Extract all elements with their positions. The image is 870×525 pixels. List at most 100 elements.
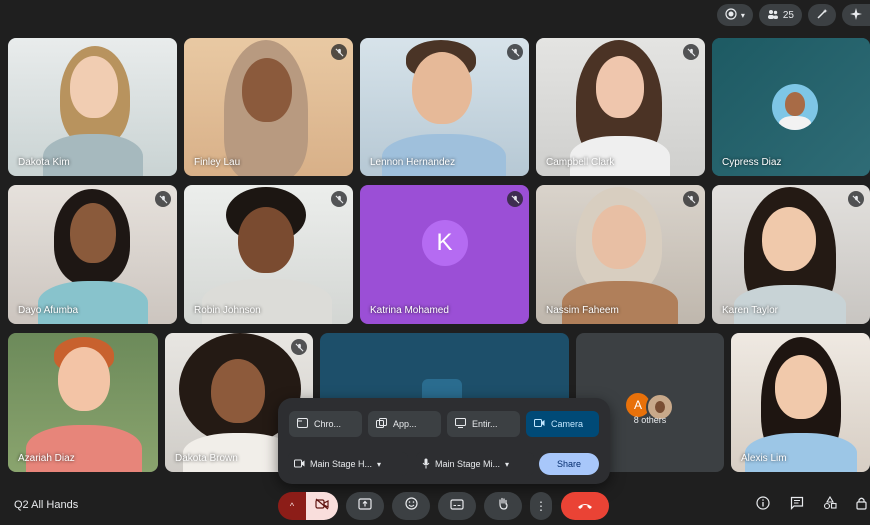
share-option-label: Entir... [472, 419, 498, 429]
participant-video [712, 38, 870, 176]
share-chrome-tab-button[interactable]: Chro... [289, 411, 362, 437]
participant-name: Dakota Brown [175, 453, 238, 464]
share-source-popup: Chro... App... Entir... Camera Main Stag… [278, 398, 610, 484]
chat-icon [790, 496, 804, 515]
participant-video [8, 38, 177, 176]
participant-tile[interactable]: Campbell Clark [536, 38, 705, 176]
participant-name: Cypress Diaz [722, 157, 782, 168]
mic-off-icon [683, 44, 699, 60]
participant-tile[interactable]: Dakota Kim [8, 38, 177, 176]
share-camera-button[interactable]: Camera [526, 411, 599, 437]
chat-button[interactable] [787, 495, 807, 515]
participant-video [184, 185, 353, 324]
participant-tile[interactable]: Azariah Diaz [8, 333, 158, 472]
participant-tile[interactable]: Alexis Lim [731, 333, 870, 472]
hand-icon [497, 497, 509, 515]
participant-name: Dayo Afumba [18, 305, 79, 316]
participant-video [8, 333, 158, 472]
more-options-button[interactable]: ⋮ [530, 492, 552, 520]
host-controls-button[interactable] [852, 495, 870, 515]
camera-off-icon [315, 497, 329, 515]
record-icon [725, 7, 737, 23]
meeting-title: Q2 All Hands [14, 499, 79, 511]
shapes-icon [823, 495, 837, 515]
chevron-down-icon: ▾ [377, 459, 382, 469]
participant-tile[interactable]: Finley Lau [184, 38, 353, 176]
share-entire-screen-button[interactable]: Entir... [447, 411, 520, 437]
participant-name: Campbell Clark [546, 157, 615, 168]
participant-name: Katrina Mohamed [370, 305, 449, 316]
participant-video [712, 185, 870, 324]
meeting-details-button[interactable] [753, 495, 773, 515]
participants-button[interactable]: 25 [758, 4, 802, 26]
captions-button[interactable] [438, 492, 476, 520]
audio-source-select[interactable]: Main Stage Mi... ▾ [416, 452, 534, 476]
recording-indicator[interactable]: ▾ [716, 4, 753, 26]
video-source-select[interactable]: Main Stage H... ▾ [288, 452, 408, 476]
participant-name: Finley Lau [194, 157, 241, 168]
captions-icon [450, 497, 464, 515]
participant-video [536, 185, 705, 324]
participant-tile[interactable]: Lennon Hernandez [360, 38, 529, 176]
participant-name: Nassim Faheem [546, 305, 619, 316]
share-option-label: Camera [551, 419, 584, 429]
camera-share-icon [534, 418, 545, 430]
people-icon [767, 8, 779, 23]
share-option-label: App... [393, 419, 417, 429]
share-option-label: Chro... [314, 419, 342, 429]
microphone-icon [422, 458, 430, 471]
leave-call-button[interactable] [561, 492, 609, 520]
share-app-window-button[interactable]: App... [368, 411, 441, 437]
end-call-icon [577, 497, 593, 515]
mic-off-icon [291, 339, 307, 355]
mic-off-icon [331, 191, 347, 207]
participant-count: 25 [782, 9, 794, 21]
windows-icon [376, 418, 387, 430]
participant-tile[interactable]: K Katrina Mohamed [360, 185, 529, 324]
mic-off-icon [507, 191, 523, 207]
participant-video [8, 185, 177, 324]
sparkle-icon [850, 7, 862, 23]
tab-icon [297, 418, 308, 430]
more-vert-icon: ⋮ [535, 499, 547, 513]
emoji-icon [404, 497, 418, 515]
gemini-button[interactable] [842, 4, 870, 26]
chevron-up-icon: ^ [289, 501, 295, 511]
video-source-label: Main Stage H... [310, 459, 373, 469]
reactions-button[interactable] [392, 492, 430, 520]
participant-video [536, 38, 705, 176]
participant-tile[interactable]: Dayo Afumba [8, 185, 177, 324]
bottom-control-bar: Q2 All Hands ^ ⋮ [0, 485, 870, 525]
participant-name: Robin Johnson [194, 305, 261, 316]
activities-button[interactable] [820, 495, 840, 515]
participant-tile[interactable]: Cypress Diaz [712, 38, 870, 176]
monitor-icon [455, 418, 466, 430]
top-toolbar: ▾ 25 [716, 4, 870, 26]
participant-name: Dakota Kim [18, 157, 70, 168]
present-screen-icon [358, 497, 372, 515]
participant-tile[interactable]: Karen Taylor [712, 185, 870, 324]
participant-name: Karen Taylor [722, 305, 778, 316]
audio-source-label: Main Stage Mi... [435, 459, 501, 469]
lock-person-icon [855, 496, 869, 515]
info-icon [756, 495, 770, 515]
chevron-down-icon: ▾ [505, 459, 510, 469]
mic-off-icon [683, 191, 699, 207]
video-camera-icon [294, 459, 305, 470]
participant-name: Azariah Diaz [18, 453, 75, 464]
camera-toggle-button[interactable] [306, 492, 338, 520]
effects-button[interactable] [808, 4, 836, 26]
camera-options-button[interactable]: ^ [278, 492, 306, 520]
participant-name: Alexis Lim [741, 453, 787, 464]
avatar: K [421, 220, 468, 267]
share-button[interactable]: Share [539, 453, 599, 475]
participant-tile[interactable]: Nassim Faheem [536, 185, 705, 324]
avatar [772, 84, 818, 130]
mic-off-icon [155, 191, 171, 207]
chevron-down-icon: ▾ [740, 10, 745, 20]
participant-tile[interactable]: Robin Johnson [184, 185, 353, 324]
mic-off-icon [331, 44, 347, 60]
present-button[interactable] [346, 492, 384, 520]
raise-hand-button[interactable] [484, 492, 522, 520]
participant-video [731, 333, 870, 472]
